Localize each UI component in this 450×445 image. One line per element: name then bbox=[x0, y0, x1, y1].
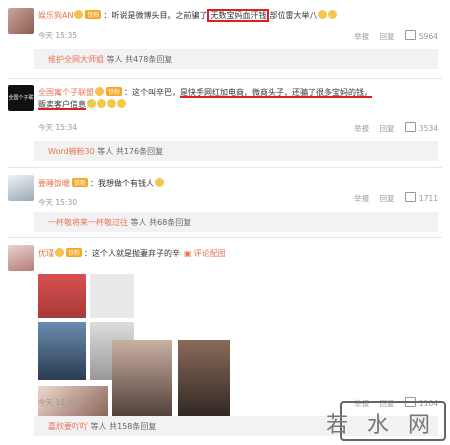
divider bbox=[8, 167, 442, 168]
reply-count[interactable]: 等人 共478条回复 bbox=[104, 55, 173, 64]
highlighted-text: 是快手网红加电商，微商头子，还骗了很多宝妈的钱， bbox=[180, 88, 373, 97]
reply-count[interactable]: 等人 共68条回复 bbox=[128, 218, 192, 227]
highlighted-text: 无数宝妈血汗钱 bbox=[207, 9, 270, 22]
comment-actions: 举报 回复 3534 bbox=[346, 122, 438, 134]
report-link[interactable]: 举报 bbox=[354, 194, 369, 203]
username[interactable]: 全国寓个子联盟 bbox=[38, 88, 94, 97]
fan-badge[interactable]: 铁粉 bbox=[72, 178, 89, 187]
reply-button[interactable]: 回复 bbox=[380, 32, 395, 41]
emoji-icon bbox=[107, 99, 116, 108]
divider bbox=[8, 237, 442, 238]
thumb-up-icon bbox=[404, 30, 416, 40]
comment-body: ：听说是微博头目。之前骗了 bbox=[103, 11, 208, 20]
watermark: 若 水 网 bbox=[326, 413, 436, 438]
report-link[interactable]: 举报 bbox=[354, 124, 369, 133]
comment-text: 娱乐狗AN 铁粉 ：听说是微博头目。之前骗了 无数宝妈血汗钱 部位雷大举八 bbox=[38, 9, 338, 22]
avatar[interactable] bbox=[8, 245, 34, 271]
reply-user-link[interactable]: Word蜿粉30 bbox=[48, 147, 95, 156]
fan-badge[interactable]: 铁粉 bbox=[85, 10, 102, 19]
username[interactable]: 要睡饭暖 bbox=[38, 179, 70, 188]
vip-icon bbox=[95, 87, 104, 96]
avatar[interactable] bbox=[8, 175, 34, 201]
reply-count[interactable]: 等人 共158条回复 bbox=[88, 422, 157, 431]
vip-icon bbox=[55, 248, 64, 257]
fan-badge[interactable]: 铁粉 bbox=[106, 87, 123, 96]
like-button[interactable]: 3534 bbox=[404, 122, 438, 133]
comment-body: ：我想做个有钱人 bbox=[90, 179, 155, 188]
avatar[interactable]: 全国个子联盟 bbox=[8, 85, 34, 111]
thumb-up-icon bbox=[404, 122, 416, 132]
comment-body-end: 部位雷大举八 bbox=[269, 11, 318, 20]
comment-body: ：这个叫辛巴， bbox=[124, 88, 181, 97]
emoji-icon bbox=[328, 10, 338, 19]
reply-button[interactable]: 回复 bbox=[380, 124, 395, 133]
like-count: 3534 bbox=[418, 124, 438, 133]
thumb-up-icon bbox=[404, 192, 416, 202]
emoji-icon bbox=[97, 99, 106, 108]
like-count: 5964 bbox=[418, 32, 438, 41]
reply-summary[interactable]: 一杯敬将来一杯敬过往 等人 共68条回复 bbox=[34, 212, 438, 232]
comment-body: ：这个人就是抛妻弃子的辛 bbox=[84, 249, 181, 258]
reply-user-link[interactable]: 维护全网大师姐 bbox=[48, 55, 104, 64]
report-link[interactable]: 举报 bbox=[354, 32, 369, 41]
comment-actions: 举报 回复 5964 bbox=[346, 30, 438, 42]
reply-user-link[interactable]: 嘉欣要吖吖 bbox=[48, 422, 88, 431]
comment-image[interactable] bbox=[38, 322, 86, 380]
username[interactable]: 娱乐狗AN bbox=[38, 11, 73, 20]
comment-image[interactable] bbox=[38, 274, 86, 318]
like-button[interactable]: 5964 bbox=[404, 30, 438, 41]
timestamp: 今天 15:35 bbox=[38, 31, 77, 40]
comment-image[interactable] bbox=[90, 274, 134, 318]
comment-text: 优瑾 铁粉 ：这个人就是抛妻弃子的辛 ▣ 评论配图 bbox=[38, 248, 226, 259]
username[interactable]: 优瑾 bbox=[38, 249, 54, 258]
reply-summary[interactable]: 维护全网大师姐 等人 共478条回复 bbox=[34, 49, 438, 69]
reply-summary[interactable]: Word蜿粉30 等人 共176条回复 bbox=[34, 141, 438, 161]
timestamp: 今天 15:30 bbox=[38, 198, 77, 207]
emoji-icon bbox=[117, 99, 126, 108]
timestamp: 今天 15:34 bbox=[38, 123, 77, 132]
pic-comment-link[interactable]: 评论配图 bbox=[194, 249, 226, 258]
like-count: 1711 bbox=[418, 194, 438, 203]
comment-text: 要睡饭暖 铁粉 ：我想做个有钱人 bbox=[38, 178, 165, 189]
vip-icon bbox=[74, 10, 84, 19]
avatar-text: 全国个子联盟 bbox=[8, 95, 34, 101]
emoji-icon bbox=[318, 10, 328, 19]
emoji-icon bbox=[87, 99, 96, 108]
like-button[interactable]: 1711 bbox=[404, 192, 438, 203]
picture-icon: ▣ bbox=[184, 249, 192, 258]
reply-user-link[interactable]: 一杯敬将来一杯敬过往 bbox=[48, 218, 128, 227]
comment-text-line2: 贩卖客户信息 bbox=[38, 99, 126, 110]
avatar[interactable] bbox=[8, 8, 34, 34]
reply-button[interactable]: 回复 bbox=[380, 194, 395, 203]
fan-badge[interactable]: 铁粉 bbox=[66, 248, 83, 257]
comment-text: 全国寓个子联盟 铁粉 ：这个叫辛巴，是快手网红加电商，微商头子，还骗了很多宝妈的钱， bbox=[38, 87, 372, 98]
emoji-icon bbox=[155, 178, 165, 187]
divider bbox=[8, 78, 442, 79]
timestamp: 今天 15:42 bbox=[38, 398, 77, 407]
highlighted-text-2: 贩卖客户信息 bbox=[38, 100, 86, 109]
comment-actions: 举报 回复 1711 bbox=[346, 192, 438, 204]
reply-count[interactable]: 等人 共176条回复 bbox=[95, 147, 163, 156]
